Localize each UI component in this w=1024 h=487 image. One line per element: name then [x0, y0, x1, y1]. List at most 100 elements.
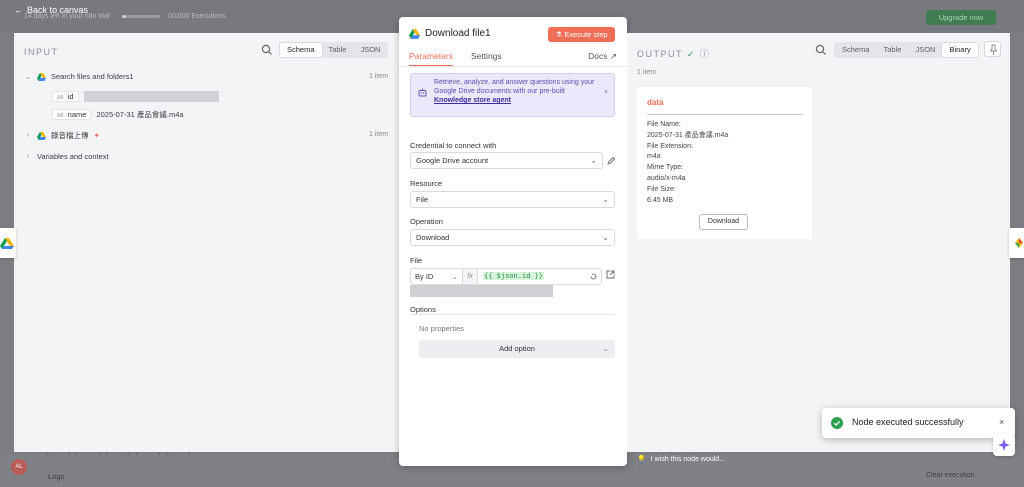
field-key-tag: AB id — [52, 91, 79, 102]
binary-key: data — [647, 98, 664, 107]
fx-label: fx — [463, 268, 477, 285]
close-icon[interactable]: × — [604, 88, 608, 97]
pin-icon — [989, 44, 998, 55]
search-icon[interactable] — [814, 43, 828, 57]
schema-node-upload[interactable]: › 錄音檔上傳 ✦ — [24, 130, 100, 141]
knowledge-store-callout: Retrieve, analyze, and answer questions … — [410, 73, 615, 117]
google-drive-icon — [37, 72, 46, 81]
ai-assistant-button[interactable] — [993, 434, 1015, 456]
variables-label: Variables and context — [37, 152, 109, 161]
schema-field-name[interactable]: AB name 2025-07-31 產品會議.m4a — [52, 109, 184, 120]
google-drive-icon — [0, 238, 14, 249]
operation-label: Operation — [410, 217, 443, 226]
flask-icon: ⚗ — [555, 30, 563, 39]
node-title: Download file1 — [409, 28, 491, 39]
output-view-switcher: Schema Table JSON Binary — [834, 42, 979, 58]
output-title: OUTPUT ✓ ⓘ — [637, 49, 711, 59]
mime-type-label: Mime Type: — [647, 164, 684, 172]
options-label: Options — [410, 305, 436, 314]
arrow-left-icon: ← — [14, 5, 23, 15]
google-gemini-icon — [1015, 238, 1023, 248]
docs-link[interactable]: Docs ↗ — [588, 51, 617, 62]
schema-node-search[interactable]: ⌄ Search files and folders1 — [24, 72, 134, 81]
callout-text: Retrieve, analyze, and answer questions … — [434, 79, 595, 95]
input-view-table[interactable]: Table — [322, 43, 354, 57]
clear-execution-button[interactable]: Clear execution — [926, 472, 975, 479]
binary-data-card: data File Name: 2025-07-31 產品會議.m4a File… — [637, 87, 812, 239]
executions-text: 0/1000 Executions — [168, 13, 226, 20]
add-option-button[interactable]: Add option ⌄ — [419, 340, 615, 358]
input-view-schema[interactable]: Schema — [280, 43, 322, 57]
previous-node-button[interactable] — [0, 228, 16, 258]
card-divider — [647, 114, 803, 115]
file-name-value: 2025-07-31 產品會議.m4a — [647, 131, 729, 139]
options-divider — [410, 314, 615, 315]
schema-field-id[interactable]: AB id — [52, 91, 219, 102]
node-title-text[interactable]: Download file1 — [425, 28, 491, 39]
external-link-icon[interactable] — [606, 270, 615, 279]
file-size-label: File Size: — [647, 185, 676, 193]
robot-icon — [418, 88, 427, 97]
expression-result-redacted — [410, 285, 553, 297]
credential-label: Credential to connect with — [410, 141, 497, 150]
field-value: 2025-07-31 產品會議.m4a — [96, 110, 184, 119]
check-circle-icon — [831, 417, 843, 429]
knowledge-store-link[interactable]: Knowledge store agent — [434, 97, 511, 104]
file-size-value: 6.45 MB — [647, 196, 674, 204]
file-mode-select[interactable]: By ID ⌄ — [410, 268, 463, 285]
node-parameters-panel: Download file1 ⚗ Execute step Parameters… — [399, 17, 627, 466]
download-button[interactable]: Download — [699, 214, 748, 230]
external-link-icon: ↗ — [609, 51, 617, 61]
binary-metadata: File Name: 2025-07-31 產品會議.m4a File Exte… — [647, 120, 728, 206]
chevron-right-icon[interactable]: › — [24, 153, 32, 160]
input-view-switcher: Schema Table JSON — [279, 42, 389, 58]
tab-parameters[interactable]: Parameters — [409, 51, 453, 67]
chevron-down-icon: ⌄ — [602, 233, 609, 242]
variables-context-row[interactable]: › Variables and context — [24, 152, 109, 161]
no-properties-text: No properties — [419, 324, 465, 333]
chevron-down-icon[interactable]: ⌄ — [24, 73, 32, 81]
back-to-canvas-button[interactable]: ← Back to canvas — [14, 5, 88, 15]
pin-data-button[interactable] — [984, 41, 1001, 57]
pencil-icon[interactable] — [606, 156, 616, 166]
input-view-json[interactable]: JSON — [353, 43, 387, 57]
logs-label[interactable]: Logs — [48, 472, 64, 481]
chevron-down-icon: ⌄ — [602, 344, 609, 353]
info-icon: ⓘ — [699, 49, 711, 59]
field-key-tag: AB name — [52, 109, 92, 120]
avatar[interactable]: AL — [11, 459, 27, 475]
output-view-binary[interactable]: Binary — [942, 43, 978, 57]
redacted-value — [83, 91, 219, 102]
operation-select[interactable]: Download ⌄ — [410, 229, 615, 246]
file-expression-input[interactable]: {{ $json.id }} — [477, 268, 602, 285]
item-count: 1 item — [369, 73, 389, 80]
item-count: 1 item — [369, 131, 389, 138]
file-extension-value: m4a — [647, 153, 661, 161]
output-view-schema[interactable]: Schema — [835, 43, 877, 57]
output-item-count: 1 item — [637, 69, 657, 76]
close-icon[interactable]: × — [999, 417, 1004, 427]
tab-settings[interactable]: Settings — [471, 51, 502, 67]
success-toast: Node executed successfully × — [822, 408, 1015, 438]
node-tabs: Parameters Settings — [409, 51, 502, 67]
back-label: Back to canvas — [27, 5, 89, 15]
file-name-label: File Name: — [647, 121, 681, 128]
execute-step-button[interactable]: ⚗ Execute step — [548, 27, 615, 42]
output-view-json[interactable]: JSON — [908, 43, 942, 57]
toast-message: Node executed successfully — [852, 417, 964, 427]
chevron-down-icon: ⌄ — [451, 272, 458, 281]
expand-expression-icon[interactable] — [590, 273, 597, 280]
resource-label: Resource — [410, 179, 443, 188]
google-drive-icon — [37, 131, 46, 140]
feedback-link[interactable]: 💡 I wish this node would... — [637, 455, 725, 464]
next-node-button[interactable] — [1009, 228, 1024, 258]
input-panel: INPUT Schema Table JSON ⌄ Search files a… — [14, 33, 399, 452]
resource-select[interactable]: File ⌄ — [410, 191, 615, 208]
chevron-right-icon[interactable]: › — [24, 132, 32, 139]
output-view-table[interactable]: Table — [877, 43, 909, 57]
executions-progress — [122, 15, 160, 18]
tabs-divider — [399, 66, 627, 67]
upgrade-button[interactable]: Upgrade now — [926, 10, 996, 25]
search-icon[interactable] — [260, 43, 274, 57]
credential-select[interactable]: Google Drive account ⌄ — [410, 152, 603, 169]
